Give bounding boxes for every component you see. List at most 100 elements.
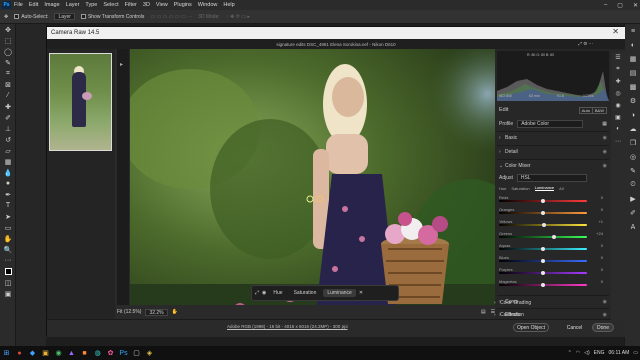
move-tool-icon[interactable]: ✥ [4, 14, 8, 20]
auto-button[interactable]: Auto [578, 106, 593, 114]
adjust-dropdown[interactable]: HSL [516, 174, 587, 182]
slider-value[interactable]: 0 [601, 255, 603, 260]
menu-image[interactable]: Image [44, 2, 59, 8]
snapshots-icon[interactable]: ▣ [611, 111, 625, 123]
taskbar-app-10-icon[interactable]: ▢ [130, 347, 143, 359]
slider-knob[interactable] [541, 259, 545, 263]
taskbar-app-7-icon[interactable]: ◍ [91, 347, 104, 359]
volume-icon[interactable]: ◁) [584, 350, 590, 356]
profile-dropdown[interactable]: Adobe Color [517, 120, 584, 128]
libraries-panel-icon[interactable]: ☁ [625, 122, 640, 136]
taskbar-app-2-icon[interactable]: ◆ [26, 347, 39, 359]
frame-tool-icon[interactable]: ⊠ [0, 79, 16, 90]
settings-gear-icon[interactable]: ⚙ [583, 41, 587, 46]
menu-filter[interactable]: Filter [125, 2, 137, 8]
crop-icon[interactable]: ⌗ [611, 63, 625, 75]
zoom-level[interactable]: 32.2% [145, 308, 168, 316]
gradients-panel-icon[interactable]: ▤ [625, 66, 640, 80]
mixer-tab-saturation[interactable]: Saturation [511, 186, 529, 191]
fullscreen-icon[interactable]: ⤢ [578, 41, 582, 46]
filmstrip-collapse-bar[interactable]: ▸ [117, 49, 129, 319]
quick-select-tool-icon[interactable]: ✎ [0, 57, 16, 68]
fit-zoom-label[interactable]: Fit (12.5%) [117, 309, 141, 315]
slider-knob[interactable] [541, 223, 546, 227]
menu-file[interactable]: File [14, 2, 23, 8]
menu-type[interactable]: Type [85, 2, 97, 8]
visibility-eye-icon[interactable]: ◉ [603, 299, 607, 305]
tab-luminance[interactable]: Luminance [323, 289, 356, 297]
section-detail[interactable]: › Detail ◉ [499, 147, 607, 157]
edit-sliders-icon[interactable]: ☰ [611, 51, 625, 63]
tab-hue[interactable]: Hue [269, 289, 286, 297]
lasso-tool-icon[interactable]: ◯ [0, 46, 16, 57]
more-icon[interactable]: ⋯ [611, 135, 625, 147]
menu-help[interactable]: Help [223, 2, 234, 8]
red-eye-icon[interactable]: ◉ [611, 99, 625, 111]
brushes-panel-icon[interactable]: ✐ [625, 206, 640, 220]
done-button[interactable]: Done [592, 323, 614, 332]
taskbar-app-9-icon[interactable]: Ps [117, 347, 130, 359]
close-icon[interactable]: ✕ [633, 2, 638, 9]
color-panel-icon[interactable]: ◐ [625, 38, 640, 52]
history-panel-icon[interactable]: ⏲ [625, 178, 640, 192]
patterns-panel-icon[interactable]: ▩ [625, 80, 640, 94]
slider-knob[interactable] [541, 271, 545, 275]
open-object-button[interactable]: Open Object [513, 323, 549, 332]
auto-select-dropdown[interactable]: Layer [54, 13, 75, 20]
taskbar-app-3-icon[interactable]: ▣ [39, 347, 52, 359]
crop-tool-icon[interactable]: ⌗ [0, 68, 16, 79]
mixer-tab-hue[interactable]: Hue [499, 186, 506, 191]
section-basic[interactable]: › Basic ◉ [499, 133, 607, 143]
clone-stamp-tool-icon[interactable]: ⊥ [0, 123, 16, 134]
channels-panel-icon[interactable]: ◎ [625, 150, 640, 164]
screen-mode-icon[interactable]: ▣ [0, 288, 16, 299]
hand-tool-icon[interactable]: ✋ [0, 233, 16, 244]
type-tool-icon[interactable]: T [0, 200, 16, 211]
targeted-adjustment-tool-icon[interactable]: ⤢ [255, 290, 259, 296]
slider-value[interactable]: +1 [598, 219, 603, 224]
close-popup-icon[interactable]: ✕ [359, 290, 363, 296]
more-options-icon[interactable]: ⋯ [589, 41, 594, 46]
cancel-button[interactable]: Cancel [562, 323, 587, 332]
slider-value[interactable]: 0 [601, 267, 603, 272]
taskbar-app-11-icon[interactable]: ◈ [143, 347, 156, 359]
path-selection-tool-icon[interactable]: ➤ [0, 211, 16, 222]
language-indicator[interactable]: ENG [594, 350, 605, 356]
menu-edit[interactable]: Edit [29, 2, 38, 8]
slider-value[interactable]: 0 [601, 195, 603, 200]
menu-window[interactable]: Window [198, 2, 218, 8]
bw-button[interactable]: B&W [591, 106, 607, 114]
image-preview[interactable] [130, 49, 510, 319]
visibility-eye-icon[interactable]: ◉ [603, 149, 607, 155]
filmstrip-thumbnail[interactable] [49, 53, 112, 151]
more-tools-icon[interactable]: ··· [0, 255, 16, 266]
slider-knob[interactable] [551, 235, 556, 239]
slider-magentas[interactable]: Magentas 0 [499, 279, 603, 287]
color-wheel-icon[interactable]: ◉ [262, 290, 266, 296]
slider-oranges[interactable]: Oranges 0 [499, 207, 603, 215]
rectangle-tool-icon[interactable]: ▭ [0, 222, 16, 233]
slider-value[interactable]: 0 [601, 243, 603, 248]
clock[interactable]: 06:11 AM [609, 350, 630, 356]
zoom-tool-icon[interactable]: 🔍 [0, 244, 16, 255]
slider-purples[interactable]: Purples 0 [499, 267, 603, 275]
layers-panel-icon[interactable]: ❐ [625, 136, 640, 150]
filmstrip-toggle-icon[interactable]: ▸ [120, 61, 123, 68]
maximize-icon[interactable]: ▢ [617, 2, 623, 9]
visibility-eye-icon[interactable]: ◉ [603, 135, 607, 141]
tray-chevron-icon[interactable]: ⌃ [568, 350, 572, 356]
taskbar-app-4-icon[interactable]: ◉ [52, 347, 65, 359]
slider-value[interactable]: +24 [596, 231, 603, 236]
auto-select-checkbox[interactable]: Auto-Select: [14, 14, 48, 20]
dodge-tool-icon[interactable]: ● [0, 178, 16, 189]
marquee-tool-icon[interactable]: ⬚ [0, 35, 16, 46]
taskbar-app-5-icon[interactable]: ▲ [65, 347, 78, 359]
slider-track[interactable] [499, 236, 587, 238]
profile-browser-icon[interactable]: ▦ [602, 121, 607, 127]
windows-start-icon[interactable]: ⊞ [0, 347, 13, 359]
menu-plugins[interactable]: Plugins [174, 2, 192, 8]
slider-reds[interactable]: Reds 0 [499, 195, 603, 203]
quick-mask-icon[interactable]: ◫ [0, 277, 16, 288]
brush-tool-icon[interactable]: ✐ [0, 112, 16, 123]
masking-icon[interactable]: ◎ [611, 87, 625, 99]
